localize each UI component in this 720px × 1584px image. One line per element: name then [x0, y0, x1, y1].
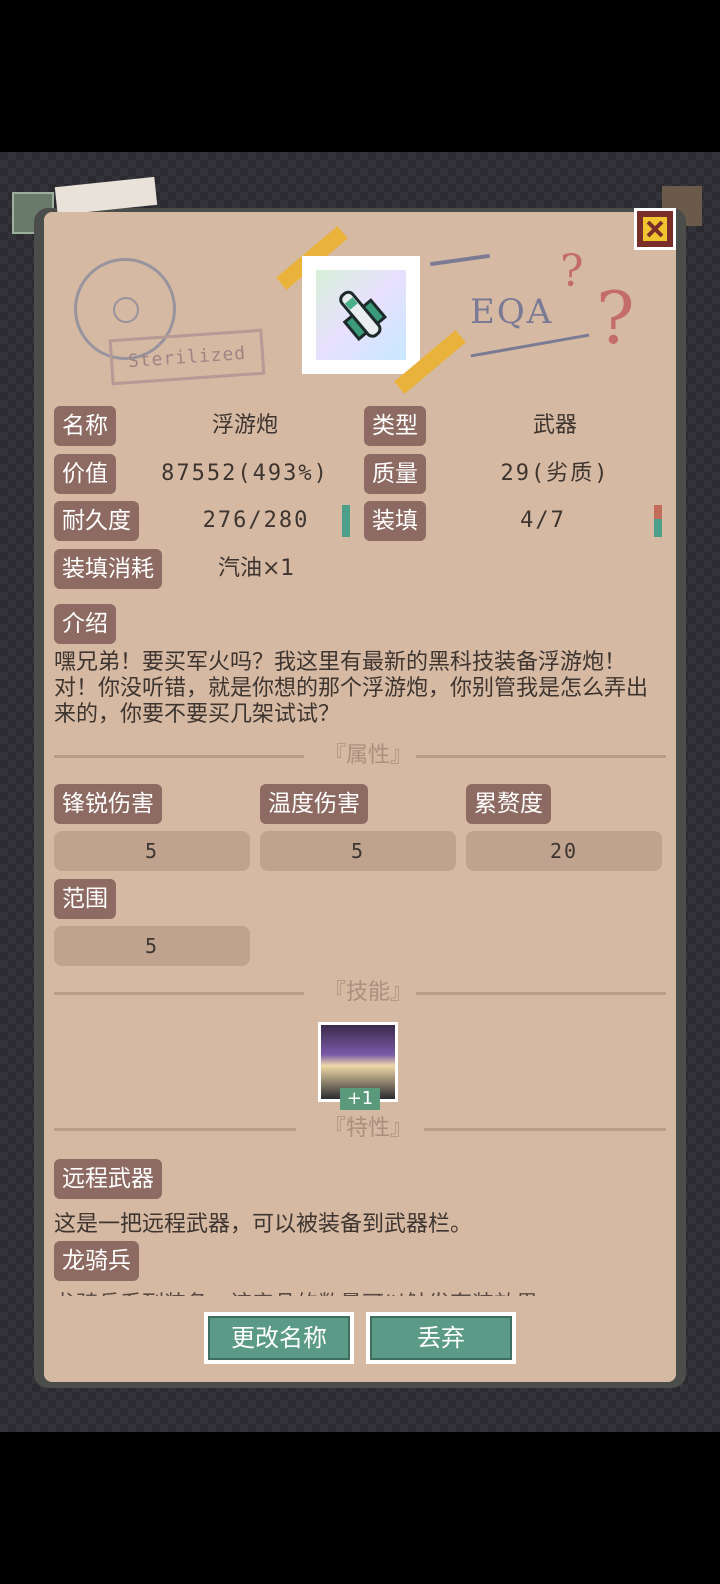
question-mark-icon: ? [560, 246, 584, 297]
divider [54, 992, 304, 995]
trait-text: 这是一把远程武器，可以被装备到武器栏。 [54, 1212, 473, 1237]
star-icon [113, 297, 139, 323]
skill-level-badge: +1 [340, 1088, 380, 1110]
rename-button[interactable]: 更改名称 [204, 1312, 354, 1364]
intro-label: 介绍 [54, 604, 116, 644]
intro-text: 嘿兄弟！要买军火吗？我这里有最新的黑科技装备浮游炮！对！你没听错，就是你想的那个… [54, 650, 649, 727]
value-label: 价值 [54, 454, 116, 494]
trait-label: 远程武器 [54, 1159, 162, 1199]
divider [54, 1128, 296, 1131]
close-icon [643, 217, 667, 241]
question-mark-icon: ? [596, 276, 635, 360]
close-button[interactable] [634, 208, 676, 250]
item-image [302, 256, 420, 374]
reload-label: 装填 [364, 501, 426, 541]
attributes-title: 『属性』 [324, 743, 413, 768]
divider [416, 992, 666, 995]
reload-bar-fill [654, 518, 662, 537]
durability-bar-fill [342, 505, 350, 537]
durability-label: 耐久度 [54, 501, 139, 541]
name-label: 名称 [54, 406, 116, 446]
trait-label: 龙骑兵 [54, 1241, 139, 1281]
divider [54, 755, 304, 758]
type-label: 类型 [364, 406, 426, 446]
skills-title: 『技能』 [324, 980, 413, 1005]
traits-title: 『特性』 [324, 1116, 413, 1141]
reload-value: 4/7 [520, 508, 566, 533]
attr-value: 5 [54, 831, 250, 871]
type-value: 武器 [532, 413, 577, 438]
divider [416, 755, 666, 758]
name-value: 浮游炮 [211, 413, 278, 438]
attr-label: 范围 [54, 879, 116, 919]
reload-cost-value: 汽油×1 [218, 556, 295, 581]
quality-label: 质量 [364, 454, 426, 494]
durability-bar [342, 505, 350, 537]
quality-value: 29(劣质) [500, 461, 610, 486]
attr-label: 累赘度 [466, 784, 551, 824]
attr-value: 20 [466, 831, 662, 871]
value-value: 87552(493%) [161, 461, 329, 486]
discard-button[interactable]: 丢弃 [366, 1312, 516, 1364]
reload-cost-label: 装填消耗 [54, 549, 162, 589]
attr-value: 5 [260, 831, 456, 871]
attr-label: 温度伤害 [260, 784, 368, 824]
attr-value: 5 [54, 926, 250, 966]
attr-label: 锋锐伤害 [54, 784, 162, 824]
trait-text: 龙骑兵系列装备，该产品的数量可以触发套装效果 [54, 1286, 614, 1296]
rocket-icon [339, 290, 388, 342]
eoa-scribble: EQA [470, 292, 554, 332]
reload-bar [654, 505, 662, 537]
divider [424, 1128, 666, 1131]
durability-value: 276/280 [202, 508, 310, 533]
